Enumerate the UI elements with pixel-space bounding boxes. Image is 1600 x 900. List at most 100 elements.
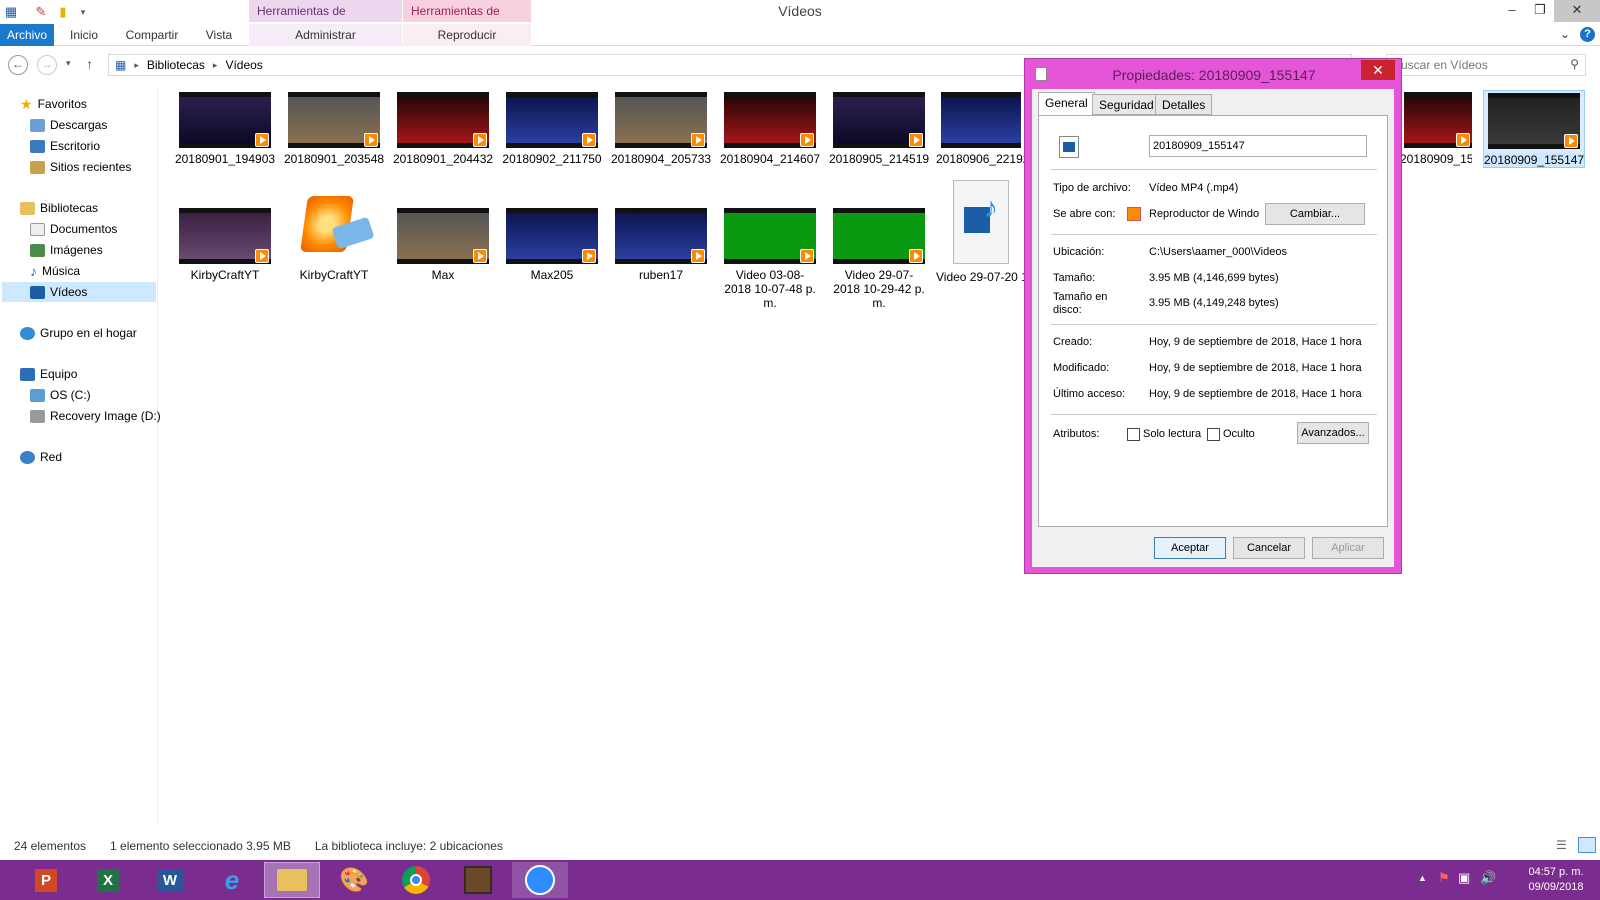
back-button[interactable]: ← [8, 55, 28, 75]
minimize-button[interactable]: – [1498, 0, 1526, 22]
dialog-body: General Seguridad Detalles Tipo de archi… [1032, 89, 1394, 567]
action-center-icon[interactable]: ⚑ [1438, 870, 1450, 886]
play-icon [582, 133, 596, 147]
forward-button[interactable]: → [37, 55, 57, 75]
nav-item-recovery-d[interactable]: Recovery Image (D:) [30, 406, 161, 426]
chevron-down-icon[interactable]: ⌄ [1560, 27, 1570, 41]
play-icon [582, 249, 596, 263]
file-item[interactable]: KirbyCraftYT [173, 208, 277, 282]
file-item[interactable]: 20180901_194903 [173, 92, 277, 166]
explorer-taskbar-button[interactable] [264, 862, 320, 898]
divider [1051, 234, 1377, 235]
value-file-type: Vídeo MP4 (.mp4) [1149, 182, 1239, 194]
advanced-button[interactable]: Avanzados... [1297, 422, 1369, 444]
nav-item-bibliotecas[interactable]: Bibliotecas [20, 198, 98, 218]
file-item-selected[interactable]: 20180909_155147 [1483, 90, 1585, 168]
nav-item-red[interactable]: Red [20, 447, 62, 467]
value-created: Hoy, 9 de septiembre de 2018, Hace 1 hor… [1149, 336, 1362, 348]
dialog-title: Propiedades: 20180909_155147 [1112, 67, 1316, 83]
excel-taskbar-button[interactable]: X [80, 862, 136, 898]
video-thumbnail [506, 92, 598, 148]
excel-icon: X [96, 868, 119, 892]
up-button[interactable]: ↑ [86, 56, 93, 72]
filename-field[interactable] [1149, 135, 1367, 157]
file-item[interactable]: Video 29-07-2018 10-29-42 p. m. [827, 208, 931, 310]
file-item[interactable]: 20180901_203548 [282, 92, 386, 166]
paint-taskbar-button[interactable]: 🎨 [326, 862, 382, 898]
details-view-icon[interactable]: ☰ [1556, 838, 1567, 852]
recent-dropdown-icon[interactable]: ▾ [66, 58, 71, 69]
videos-icon [30, 285, 45, 299]
show-hidden-icons-icon[interactable]: ▲ [1418, 873, 1427, 883]
nav-item-os-c[interactable]: OS (C:) [30, 385, 91, 405]
nav-item-imagenes[interactable]: Imágenes [30, 240, 103, 260]
nav-item-documentos[interactable]: Documentos [30, 219, 117, 239]
file-item[interactable]: Video 03-08-2018 10-07-48 p. m. [718, 208, 822, 310]
nav-item-grupo-hogar[interactable]: Grupo en el hogar [20, 323, 137, 343]
volume-icon[interactable]: 🔊 [1480, 870, 1496, 886]
video-thumbnail [615, 208, 707, 264]
help-icon[interactable]: ? [1580, 27, 1595, 42]
file-item[interactable]: 20180905_214519 [827, 92, 931, 166]
large-icons-view-icon[interactable] [1578, 837, 1596, 853]
chrome-taskbar-button[interactable] [388, 862, 444, 898]
tab-vista[interactable]: Vista [196, 24, 242, 46]
breadcrumb-bibliotecas[interactable]: Bibliotecas [147, 58, 205, 72]
documents-icon [30, 222, 45, 236]
video-app-taskbar-button[interactable] [512, 862, 568, 898]
ie-taskbar-button[interactable]: e [204, 862, 260, 898]
nav-item-favoritos[interactable]: ★ Favoritos [20, 94, 87, 114]
file-item[interactable]: ruben17 [609, 208, 713, 282]
file-item[interactable]: 20180902_211750 [500, 92, 604, 166]
tab-compartir[interactable]: Compartir [118, 24, 186, 46]
search-icon[interactable]: ⚲ [1570, 57, 1579, 71]
recent-places-icon [30, 160, 45, 174]
file-item[interactable]: 20180909_154656 [1400, 92, 1472, 166]
cancel-button[interactable]: Cancelar [1233, 537, 1305, 559]
value-location: C:\Users\aamer_000\Videos [1149, 246, 1287, 258]
nav-item-escritorio[interactable]: Escritorio [30, 136, 100, 156]
breadcrumb-separator-icon: ▸ [212, 59, 218, 70]
tab-archivo[interactable]: Archivo [0, 24, 54, 46]
pictures-icon [30, 243, 45, 257]
close-button[interactable]: ✕ [1554, 0, 1600, 22]
file-item[interactable]: KirbyCraftYT [282, 192, 386, 282]
network-tray-icon[interactable]: ▣ [1458, 870, 1470, 886]
tab-inicio[interactable]: Inicio [62, 24, 106, 46]
breadcrumb-separator-icon: ▸ [134, 59, 139, 70]
file-item[interactable]: Max [391, 208, 495, 282]
breadcrumb-videos[interactable]: Vídeos [225, 58, 262, 72]
tab-administrar[interactable]: Administrar [249, 24, 402, 46]
file-item[interactable]: ♪Video 29-07-20 11-00-27 p. m. [936, 180, 1026, 284]
powerpoint-taskbar-button[interactable]: P [18, 862, 74, 898]
drive-icon [30, 388, 45, 402]
video-thumbnail [615, 92, 707, 148]
file-item[interactable]: 20180904_214607 [718, 92, 822, 166]
nav-item-descargas[interactable]: Descargas [30, 115, 107, 135]
nav-item-sitios-recientes[interactable]: Sitios recientes [30, 157, 131, 177]
tab-general[interactable]: General [1038, 92, 1095, 116]
word-taskbar-button[interactable]: W [142, 862, 198, 898]
tab-reproducir[interactable]: Reproducir [403, 24, 531, 46]
file-item[interactable]: 20180906_22192 [936, 92, 1026, 166]
apply-button[interactable]: Aplicar [1312, 537, 1384, 559]
nav-item-equipo[interactable]: Equipo [20, 364, 77, 384]
nav-item-musica[interactable]: ♪ Música [30, 261, 80, 281]
clock-time: 04:57 p. m. [1528, 866, 1584, 878]
general-panel: Tipo de archivo: Vídeo MP4 (.mp4) Se abr… [1038, 115, 1388, 527]
clock[interactable]: 04:57 p. m. 09/09/2018 [1516, 865, 1596, 895]
file-item[interactable]: 20180901_204432 [391, 92, 495, 166]
maximize-button[interactable]: ❐ [1526, 0, 1554, 22]
minecraft-taskbar-button[interactable] [450, 862, 506, 898]
search-input[interactable]: Buscar en Vídeos ⚲ [1386, 54, 1586, 76]
dialog-close-button[interactable]: ✕ [1361, 60, 1395, 80]
readonly-checkbox[interactable] [1127, 428, 1140, 441]
ok-button[interactable]: Aceptar [1154, 537, 1226, 559]
tab-seguridad[interactable]: Seguridad [1092, 94, 1161, 115]
file-item[interactable]: 20180904_205733 [609, 92, 713, 166]
nav-item-videos[interactable]: Vídeos [2, 282, 156, 302]
change-button[interactable]: Cambiar... [1265, 203, 1365, 225]
file-item[interactable]: Max205 [500, 208, 604, 282]
tab-detalles[interactable]: Detalles [1155, 94, 1213, 115]
hidden-checkbox[interactable] [1207, 428, 1220, 441]
